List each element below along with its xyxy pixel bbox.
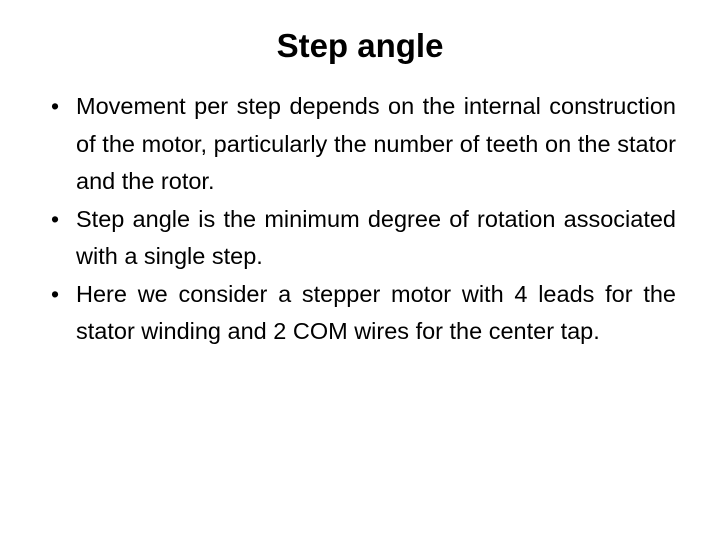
bullet-list: • Movement per step depends on the inter… (48, 88, 676, 351)
bullet-item: • Here we consider a stepper motor with … (48, 276, 676, 351)
bullet-text: Step angle is the minimum degree of rota… (76, 205, 676, 270)
bullet-icon: • (51, 93, 60, 119)
slide: Step angle • Movement per step depends o… (0, 0, 720, 540)
slide-title: Step angle (276, 27, 444, 64)
bullet-icon: • (51, 205, 60, 232)
bullet-item: • Movement per step depends on the inter… (48, 88, 676, 201)
bullet-text: Movement per step depends on the interna… (76, 93, 676, 194)
bullet-item: • Step angle is the minimum degree of ro… (48, 201, 676, 276)
bullet-icon: • (51, 280, 60, 307)
bullet-text: Here we consider a stepper motor with 4 … (76, 280, 676, 345)
